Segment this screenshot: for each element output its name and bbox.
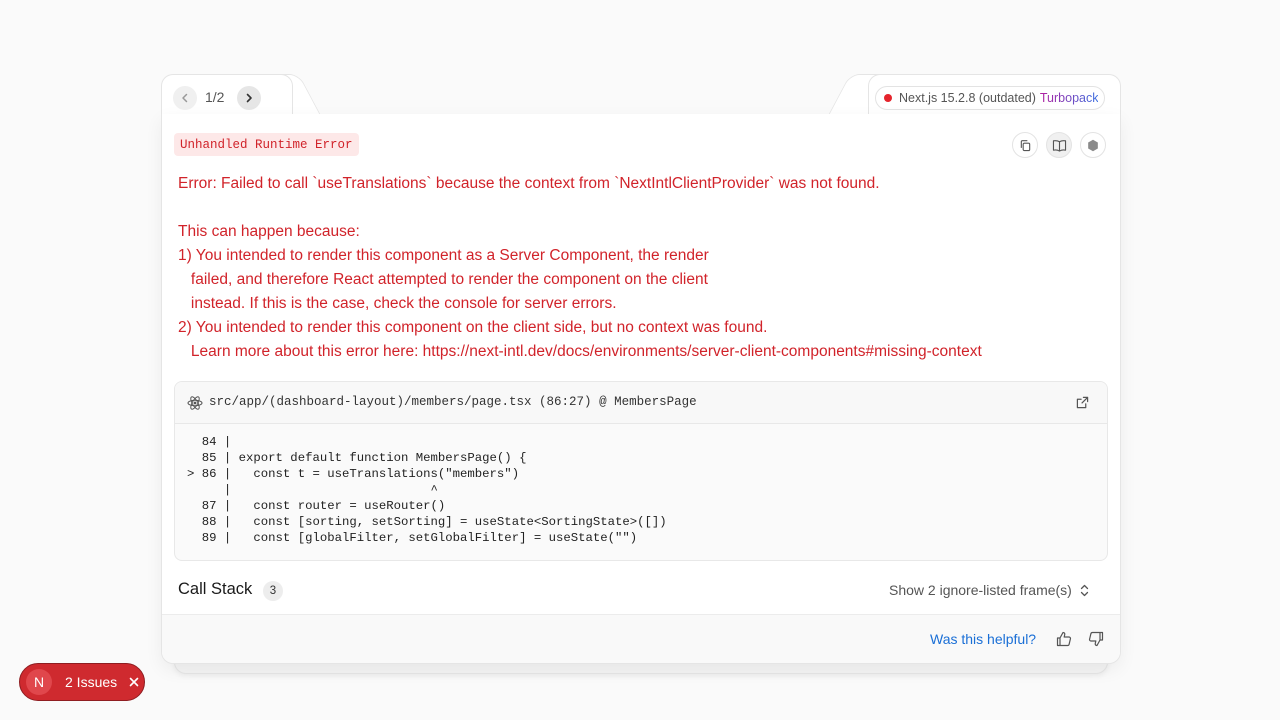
show-ignored-frames-label: Show 2 ignore-listed frame(s)	[889, 582, 1072, 598]
version-badge[interactable]: Next.js 15.2.8 (outdated) Turbopack	[875, 86, 1105, 110]
copy-icon	[1020, 139, 1030, 151]
chevron-up-down-icon	[1080, 584, 1089, 596]
error-dialog: Unhandled Runtime Error Error: Failed to…	[161, 114, 1121, 664]
nextjs-logo: N	[26, 669, 52, 695]
chevron-left-icon	[182, 93, 188, 103]
close-icon	[129, 677, 139, 687]
error-type-label: Unhandled Runtime Error	[174, 133, 359, 156]
nodejs-inspector-button[interactable]	[1080, 132, 1106, 158]
code-frame-header: src/app/(dashboard-layout)/members/page.…	[175, 382, 1107, 424]
nodejs-hexagon-icon	[1088, 139, 1098, 151]
copy-error-button[interactable]	[1012, 132, 1038, 158]
open-in-editor-icon[interactable]	[1076, 396, 1089, 409]
next-error-button[interactable]	[237, 86, 261, 110]
issues-count-label: 2 Issues	[65, 674, 118, 690]
status-dot	[884, 94, 892, 102]
feedback-footer: Was this helpful?	[162, 614, 1120, 663]
source-file-path: src/app/(dashboard-layout)/members/page.…	[209, 395, 697, 409]
error-message: Error: Failed to call `useTranslations` …	[178, 175, 982, 360]
issues-badge[interactable]: N 2 Issues	[19, 663, 145, 701]
close-issues-button[interactable]	[127, 675, 141, 689]
code-frame: src/app/(dashboard-layout)/members/page.…	[174, 381, 1108, 561]
thumbs-up-icon	[1056, 631, 1072, 647]
thumbs-down-button[interactable]	[1086, 629, 1106, 649]
call-stack-count: 3	[263, 581, 283, 601]
source-code: 84 | 85 | export default function Member…	[187, 435, 667, 545]
thumbs-down-icon	[1088, 631, 1104, 647]
chevron-right-icon	[246, 93, 252, 103]
thumbs-up-button[interactable]	[1054, 629, 1074, 649]
version-label: Next.js 15.2.8 (outdated)	[899, 91, 1036, 105]
react-icon	[187, 396, 203, 410]
call-stack-title: Call Stack	[178, 580, 253, 598]
feedback-prompt: Was this helpful?	[930, 631, 1037, 647]
bundler-label: Turbopack	[1039, 91, 1099, 105]
previous-error-button[interactable]	[173, 86, 197, 110]
show-ignored-frames-toggle[interactable]: Show 2 ignore-listed frame(s)	[889, 582, 1089, 598]
book-open-icon	[1052, 139, 1066, 152]
page-indicator: 1/2	[205, 89, 225, 105]
docs-button[interactable]	[1046, 132, 1072, 158]
